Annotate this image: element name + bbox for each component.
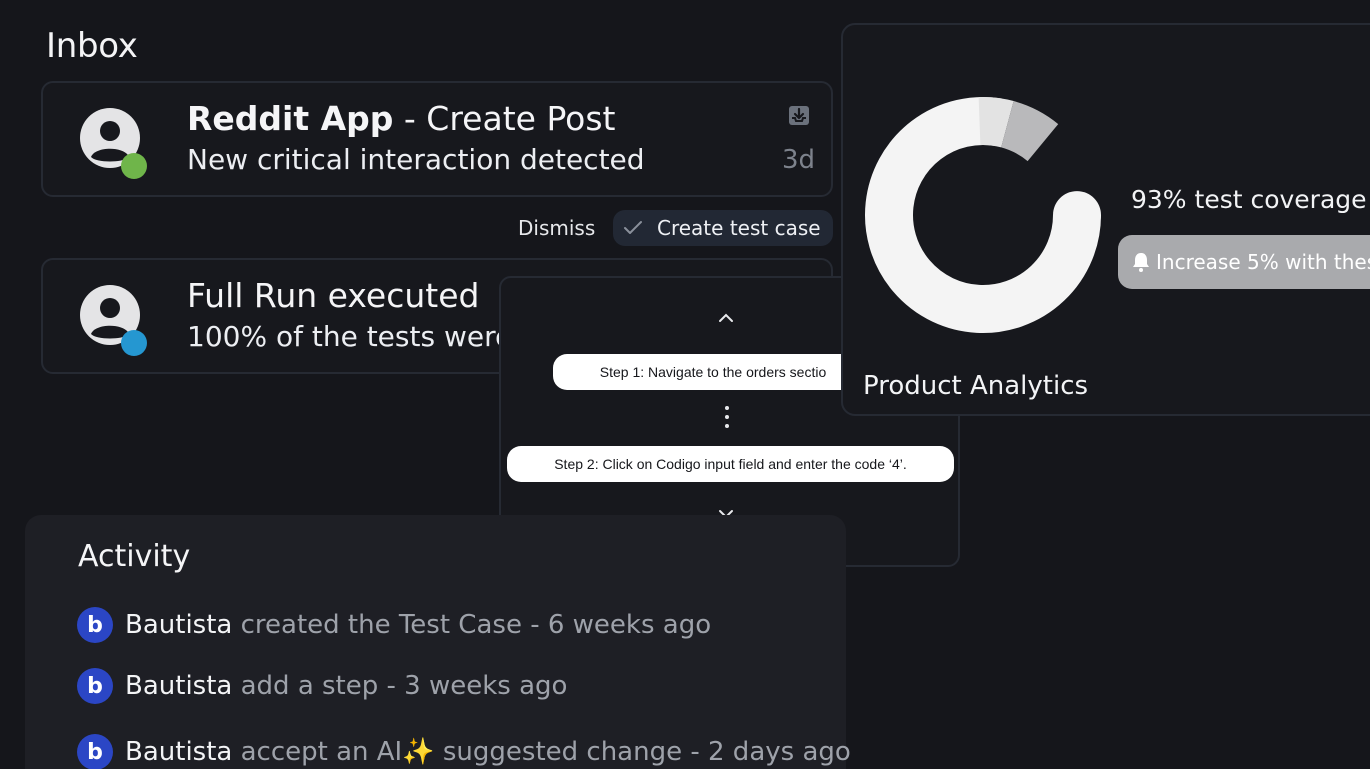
activity-description: accept an AI <box>232 737 403 767</box>
user-avatar[interactable]: b <box>77 607 113 643</box>
activity-item: b Bautista accept an AI✨ suggested chang… <box>77 734 851 769</box>
coverage-donut-chart <box>865 97 1101 333</box>
activity-panel: Activity b Bautista created the Test Cas… <box>25 515 851 769</box>
activity-user[interactable]: Bautista <box>125 737 232 767</box>
analytics-title: Product Analytics <box>863 371 1089 401</box>
more-vertical-icon[interactable] <box>725 406 731 432</box>
notification-card-reddit[interactable]: Reddit App - Create Post New critical in… <box>41 81 833 197</box>
product-analytics-card[interactable]: 93% test coverage Increase 5% with these… <box>841 23 1370 416</box>
status-dot-info <box>121 330 147 356</box>
coverage-label: 93% test coverage <box>1131 185 1367 214</box>
create-test-case-label: Create test case <box>657 216 821 240</box>
check-icon <box>624 221 642 234</box>
inbox-title: Inbox <box>46 26 138 66</box>
activity-user[interactable]: Bautista <box>125 671 232 701</box>
user-avatar[interactable]: b <box>77 668 113 704</box>
bell-icon <box>1133 253 1149 272</box>
notification-title: Full Run executed <box>187 276 480 315</box>
activity-item: b Bautista created the Test Case - 6 wee… <box>77 607 711 643</box>
activity-item: b Bautista add a step - 3 weeks ago <box>77 668 567 704</box>
activity-user[interactable]: Bautista <box>125 610 232 640</box>
donut-start-cap <box>1053 191 1101 240</box>
notification-subtitle: New critical interaction detected <box>187 143 645 176</box>
activity-description: created the Test Case - 6 weeks ago <box>232 610 712 640</box>
dismiss-button[interactable]: Dismiss <box>518 216 595 240</box>
user-avatar[interactable]: b <box>77 734 113 769</box>
donut-segment-covered <box>865 97 1101 333</box>
download-inbox-icon[interactable] <box>787 103 811 127</box>
activity-description-suffix: suggested change - 2 days ago <box>434 737 851 767</box>
chevron-up-icon[interactable] <box>717 308 735 329</box>
step-1-pill[interactable]: Step 1: Navigate to the orders sectio <box>553 354 873 390</box>
donut-segment-remaining <box>1000 101 1059 162</box>
increase-coverage-label: Increase 5% with these <box>1156 250 1370 274</box>
notification-subtitle: 100% of the tests were <box>187 320 513 353</box>
activity-description: add a step - 3 weeks ago <box>232 671 568 701</box>
donut-segment-highlight <box>978 97 1014 148</box>
notification-title: Reddit App - Create Post <box>187 99 616 138</box>
step-2-pill[interactable]: Step 2: Click on Codigo input field and … <box>507 446 954 482</box>
increase-coverage-button[interactable]: Increase 5% with these <box>1118 235 1370 289</box>
sparkle-icon: ✨ <box>402 737 435 767</box>
status-dot-online <box>121 153 147 179</box>
create-test-case-button[interactable]: Create test case <box>613 210 833 246</box>
notification-time: 3d <box>781 145 815 175</box>
activity-title: Activity <box>78 539 191 574</box>
